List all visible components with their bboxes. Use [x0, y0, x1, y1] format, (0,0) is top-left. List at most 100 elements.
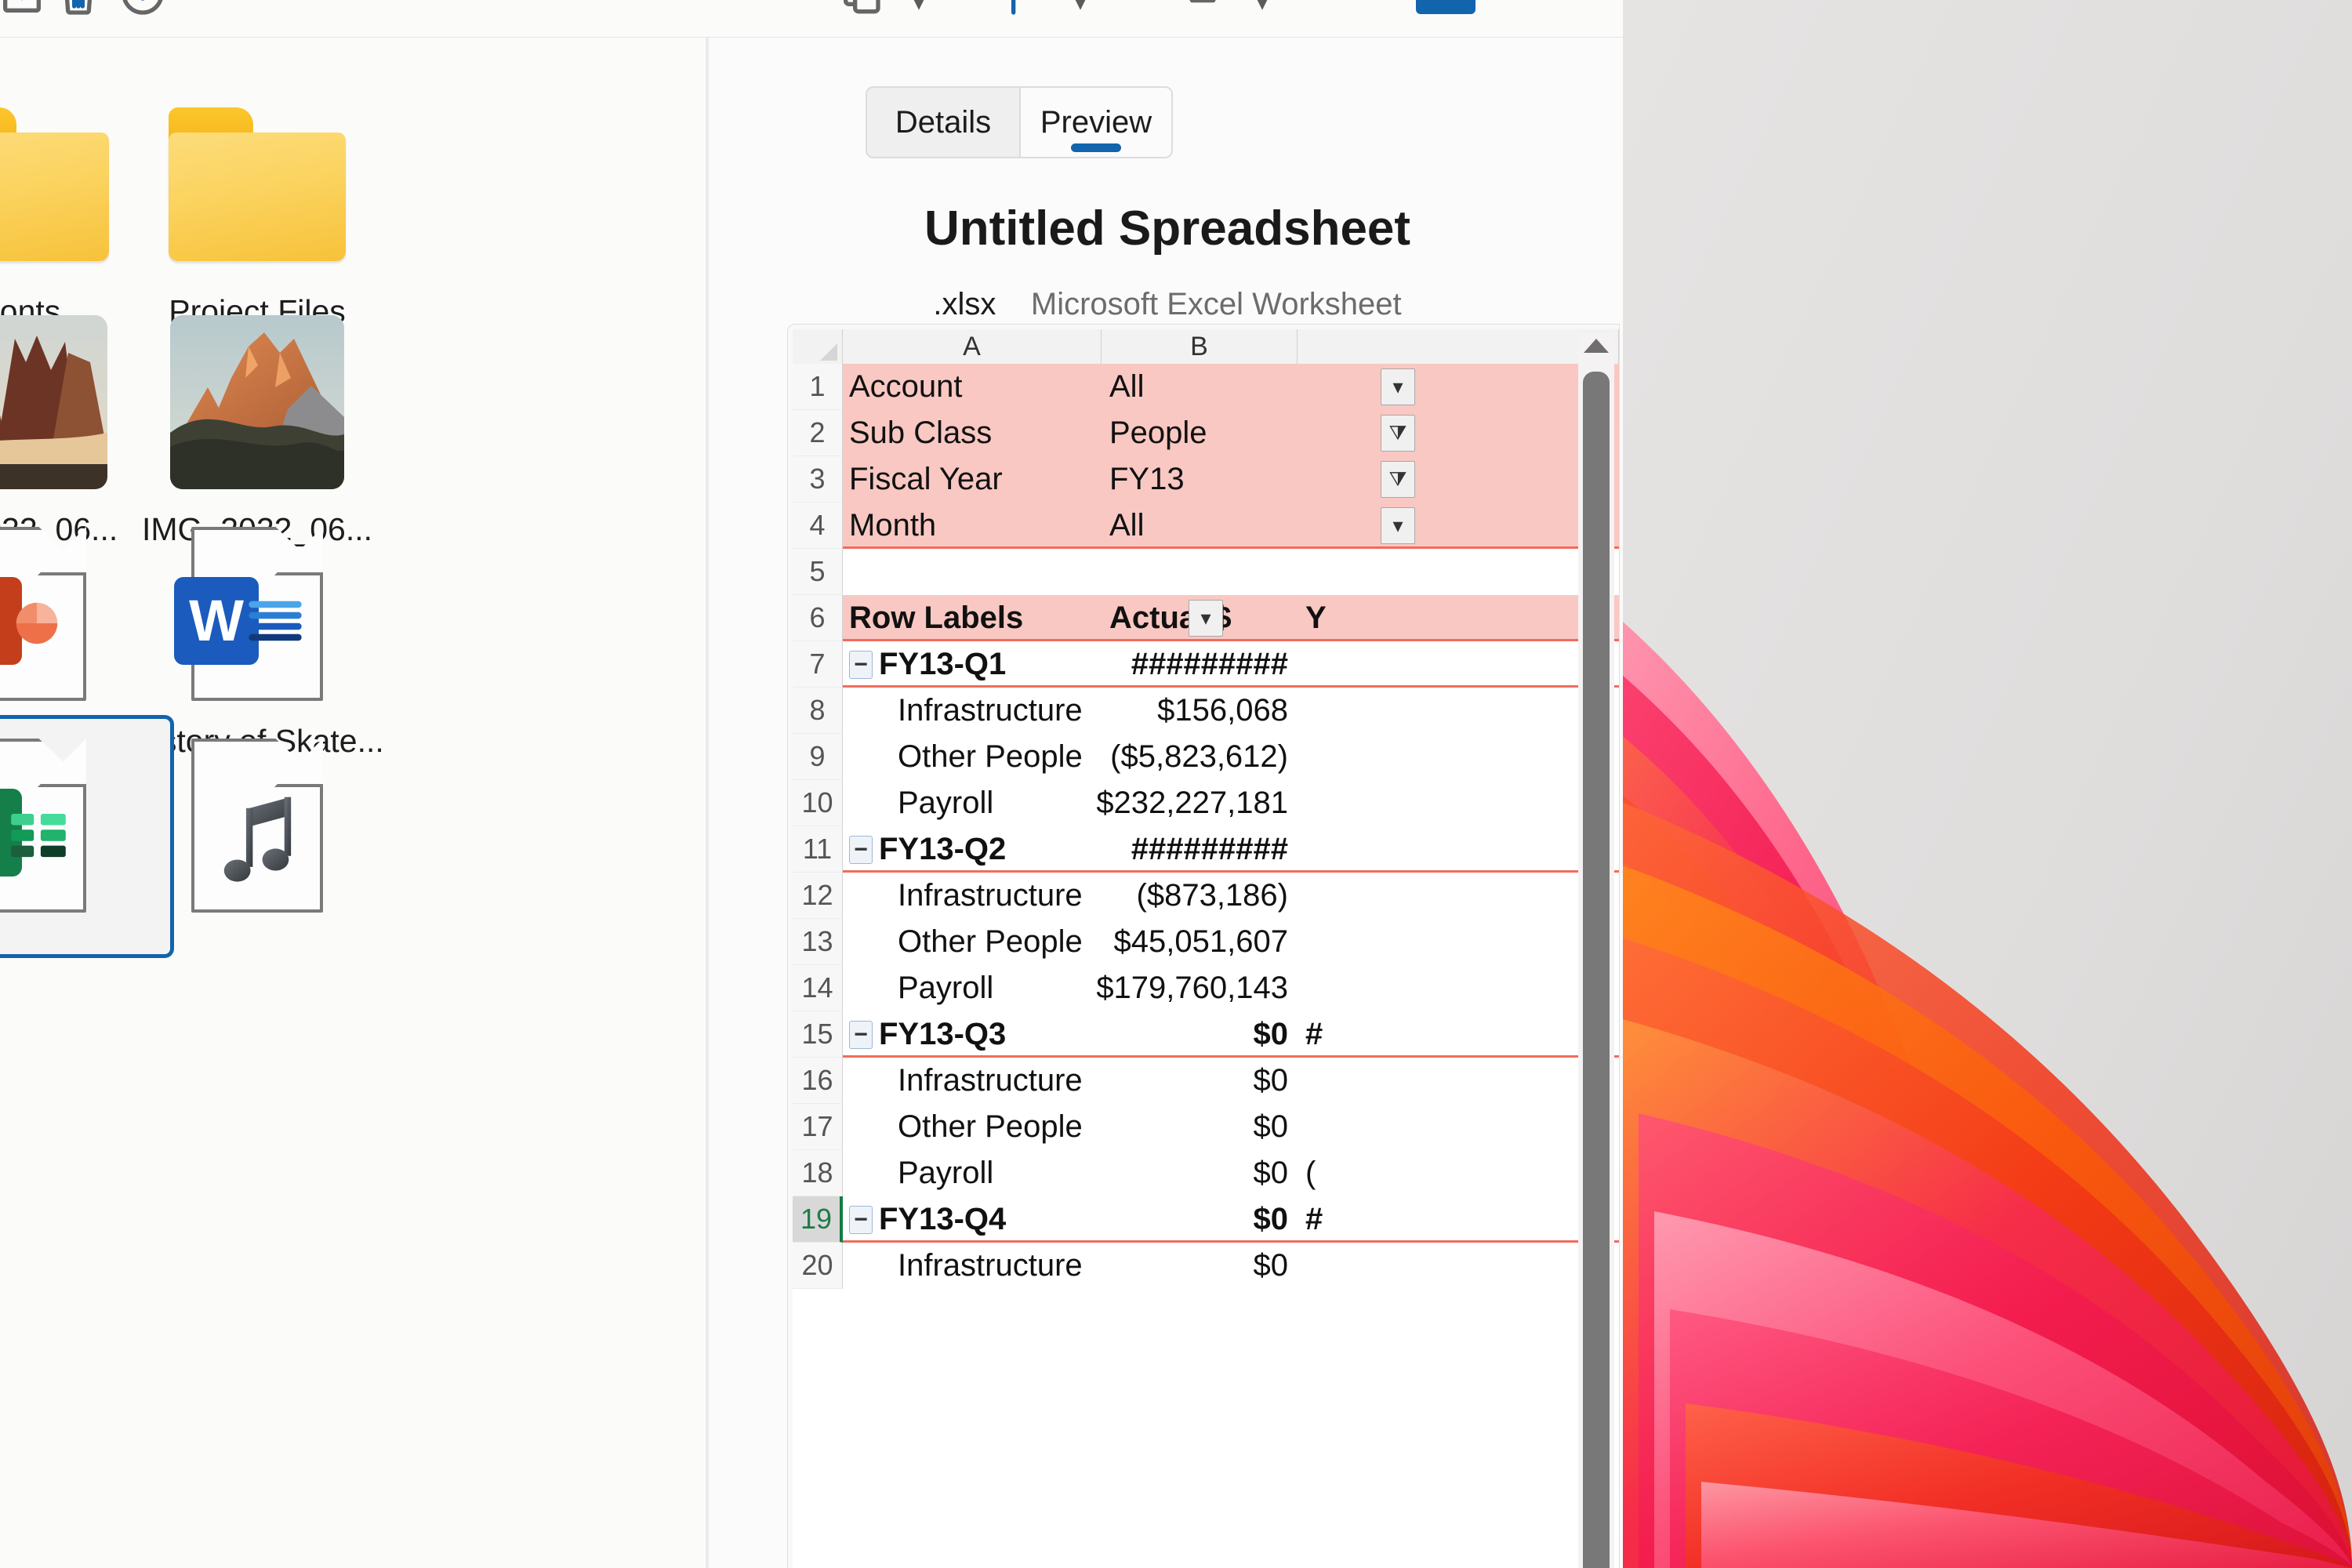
- collapse-icon[interactable]: −: [849, 836, 873, 864]
- table-row[interactable]: 11−FY13-Q2#########: [793, 826, 1619, 873]
- cell-column-a[interactable]: Infrastructure: [843, 1243, 1102, 1289]
- view-icon[interactable]: [1168, 0, 1237, 28]
- cell-column-c[interactable]: [1298, 641, 1619, 688]
- copy-icon[interactable]: [828, 0, 897, 28]
- cell-column-a[interactable]: Sub Class: [843, 410, 1102, 456]
- row-header[interactable]: 19: [793, 1196, 843, 1243]
- sort-chevron-down-icon[interactable]: ▾: [1066, 0, 1094, 17]
- tab-preview[interactable]: Preview: [1019, 88, 1171, 157]
- cell-column-a[interactable]: −FY13-Q2: [843, 826, 1102, 873]
- cell-column-c[interactable]: #: [1298, 1196, 1619, 1243]
- info-icon[interactable]: [108, 0, 177, 28]
- view-chevron-down-icon[interactable]: ▾: [1248, 0, 1276, 17]
- table-row[interactable]: 20Infrastructure$0: [793, 1243, 1619, 1289]
- table-row[interactable]: 8Infrastructure$156,068: [793, 688, 1619, 734]
- cell-column-b[interactable]: [1102, 549, 1298, 595]
- cell-column-a[interactable]: Other People: [843, 734, 1102, 780]
- more-icon[interactable]: •••: [1529, 0, 1564, 9]
- cell-column-a[interactable]: Fiscal Year: [843, 456, 1102, 503]
- select-all-corner[interactable]: [793, 329, 843, 364]
- cell-column-b[interactable]: All: [1102, 503, 1298, 549]
- cell-column-c[interactable]: [1298, 1243, 1619, 1289]
- cell-column-b[interactable]: $0: [1102, 1011, 1298, 1058]
- column-header-b[interactable]: B: [1102, 329, 1298, 364]
- cell-column-a[interactable]: Infrastructure: [843, 873, 1102, 919]
- column-header-c[interactable]: [1298, 329, 1619, 364]
- table-row[interactable]: 13Other People$45,051,607: [793, 919, 1619, 965]
- cell-column-c[interactable]: [1298, 688, 1619, 734]
- cell-column-a[interactable]: Other People: [843, 1104, 1102, 1150]
- cell-column-a[interactable]: −FY13-Q1: [843, 641, 1102, 688]
- cell-column-a[interactable]: Infrastructure: [843, 1058, 1102, 1104]
- cell-column-c[interactable]: [1298, 410, 1619, 456]
- row-header[interactable]: 13: [793, 919, 843, 965]
- cell-column-b[interactable]: $179,760,143: [1102, 965, 1298, 1011]
- cell-column-a[interactable]: Account: [843, 364, 1102, 410]
- cell-column-c[interactable]: [1298, 549, 1619, 595]
- cell-column-c[interactable]: [1298, 1058, 1619, 1104]
- row-header[interactable]: 7: [793, 641, 843, 688]
- table-row[interactable]: 17Other People$0: [793, 1104, 1619, 1150]
- table-row[interactable]: 12Infrastructure($873,186): [793, 873, 1619, 919]
- cell-column-c[interactable]: #: [1298, 1011, 1619, 1058]
- row-header[interactable]: 1: [793, 364, 843, 410]
- cell-column-a[interactable]: Payroll: [843, 780, 1102, 826]
- cell-column-c[interactable]: [1298, 873, 1619, 919]
- panel-icon[interactable]: [1416, 0, 1475, 14]
- row-header[interactable]: 15: [793, 1011, 843, 1058]
- cell-column-a[interactable]: Payroll: [843, 965, 1102, 1011]
- cell-column-b[interactable]: $45,051,607: [1102, 919, 1298, 965]
- cell-column-b[interactable]: People: [1102, 410, 1298, 456]
- cell-column-a[interactable]: Row Labels: [843, 595, 1102, 641]
- row-header[interactable]: 12: [793, 873, 843, 919]
- cell-column-c[interactable]: [1298, 503, 1619, 549]
- table-row[interactable]: 5: [793, 549, 1619, 595]
- spreadsheet-preview[interactable]: A B 1AccountAll▾2Sub ClassPeople⧩3Fiscal…: [787, 324, 1620, 1568]
- row-header[interactable]: 3: [793, 456, 843, 503]
- cell-column-c[interactable]: [1298, 965, 1619, 1011]
- cell-column-b[interactable]: $232,227,181: [1102, 780, 1298, 826]
- cell-column-a[interactable]: Infrastructure: [843, 688, 1102, 734]
- filter-dropdown-icon[interactable]: ▾: [1189, 600, 1223, 637]
- cell-column-b[interactable]: FY13: [1102, 456, 1298, 503]
- cell-column-b[interactable]: $0: [1102, 1150, 1298, 1196]
- cell-column-b[interactable]: $0: [1102, 1196, 1298, 1243]
- cell-column-b[interactable]: ($5,823,612): [1102, 734, 1298, 780]
- cell-column-c[interactable]: [1298, 1104, 1619, 1150]
- cell-column-a[interactable]: [843, 549, 1102, 595]
- filter-applied-icon[interactable]: ⧩: [1381, 415, 1415, 452]
- cell-column-c[interactable]: [1298, 734, 1619, 780]
- row-header[interactable]: 4: [793, 503, 843, 549]
- sort-icon[interactable]: [989, 0, 1058, 28]
- cell-column-c[interactable]: [1298, 456, 1619, 503]
- cell-column-b[interactable]: #########: [1102, 641, 1298, 688]
- table-row[interactable]: 16Infrastructure$0: [793, 1058, 1619, 1104]
- cell-column-a[interactable]: Month: [843, 503, 1102, 549]
- cell-column-b[interactable]: #########: [1102, 826, 1298, 873]
- cell-column-c[interactable]: [1298, 826, 1619, 873]
- filter-dropdown-icon[interactable]: ▾: [1381, 368, 1415, 405]
- cell-column-c[interactable]: [1298, 780, 1619, 826]
- table-row[interactable]: 7−FY13-Q1#########: [793, 641, 1619, 688]
- cell-column-c[interactable]: (: [1298, 1150, 1619, 1196]
- copy-chevron-down-icon[interactable]: ▾: [905, 0, 933, 17]
- cell-column-b[interactable]: ($873,186): [1102, 873, 1298, 919]
- vertical-scrollbar[interactable]: [1578, 334, 1614, 1568]
- row-header[interactable]: 2: [793, 410, 843, 456]
- table-row[interactable]: 14Payroll$179,760,143: [793, 965, 1619, 1011]
- cell-column-b[interactable]: $0: [1102, 1243, 1298, 1289]
- tab-details[interactable]: Details: [867, 88, 1019, 157]
- collapse-icon[interactable]: −: [849, 1021, 873, 1049]
- row-header[interactable]: 20: [793, 1243, 843, 1289]
- table-row[interactable]: 10Payroll$232,227,181: [793, 780, 1619, 826]
- cell-column-a[interactable]: Payroll: [843, 1150, 1102, 1196]
- table-row[interactable]: 4MonthAll▾: [793, 503, 1619, 549]
- table-row[interactable]: 9Other People($5,823,612): [793, 734, 1619, 780]
- trash-icon[interactable]: [44, 0, 113, 28]
- row-header[interactable]: 10: [793, 780, 843, 826]
- row-header[interactable]: 9: [793, 734, 843, 780]
- table-row[interactable]: 6Row LabelsActual $Y▾: [793, 595, 1619, 641]
- filter-applied-icon[interactable]: ⧩: [1381, 461, 1415, 498]
- scroll-up-icon[interactable]: [1584, 339, 1609, 353]
- row-header[interactable]: 18: [793, 1150, 843, 1196]
